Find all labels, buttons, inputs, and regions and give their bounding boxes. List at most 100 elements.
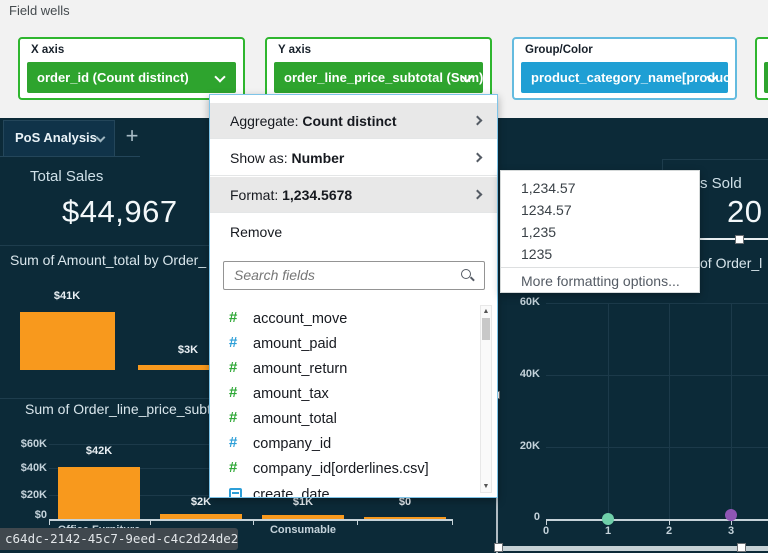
kpi-total-sales-value: $44,967 bbox=[62, 194, 178, 229]
chevron-right-icon bbox=[472, 189, 483, 200]
panel-divider bbox=[0, 398, 209, 399]
chart1-bar1[interactable] bbox=[20, 312, 115, 370]
numeric-field-icon: # bbox=[229, 459, 238, 476]
search-icon bbox=[461, 269, 475, 283]
menu-item-remove[interactable]: Remove bbox=[210, 214, 497, 250]
numeric-field-icon: # bbox=[229, 309, 238, 326]
chart1-title: Sum of Amount_total by Order_ bbox=[10, 252, 207, 268]
chart1-bar1-label: $41K bbox=[53, 290, 81, 302]
format-option-3[interactable]: 1,235 bbox=[501, 221, 699, 243]
menu-item-format[interactable]: Format: 1,234.5678 bbox=[210, 177, 497, 213]
field-name: amount_total bbox=[253, 411, 337, 427]
field-list-scrollbar[interactable]: ▲ ▼ bbox=[480, 305, 492, 493]
calendar-field-icon bbox=[229, 488, 242, 497]
format-option-4[interactable]: 1235 bbox=[501, 243, 699, 265]
menu-item-value: Count distinct bbox=[302, 113, 397, 129]
field-pill-text: order_id (Count distinct) bbox=[37, 70, 189, 85]
numeric-field-icon: # bbox=[229, 334, 238, 351]
chevron-down-icon[interactable] bbox=[95, 132, 106, 143]
menu-item-show-as[interactable]: Show as: Number bbox=[210, 140, 497, 176]
chart2-ytick-0: $0 bbox=[34, 509, 47, 521]
visual-selection-border-bottom bbox=[497, 546, 768, 551]
chart2-cat-consumable: Consumable bbox=[269, 524, 336, 536]
scroll-up-icon[interactable]: ▲ bbox=[481, 308, 491, 315]
resize-handle-top[interactable] bbox=[735, 235, 744, 244]
menu-item-prefix: Remove bbox=[230, 224, 283, 240]
gridline bbox=[669, 303, 670, 519]
field-well-size: S bbox=[755, 37, 768, 100]
search-placeholder: Search fields bbox=[234, 267, 315, 283]
field-pill-text: order_line_price_subtotal (Sum) bbox=[284, 70, 483, 85]
scatter-xtick-1: 1 bbox=[604, 525, 612, 537]
gridline bbox=[546, 447, 768, 448]
field-context-menu: Aggregate: Count distinct Show as: Numbe… bbox=[209, 94, 498, 498]
menu-item-value: 1,234.5678 bbox=[282, 187, 353, 203]
scatter-ytick-0: 0 bbox=[533, 511, 540, 523]
field-name: amount_paid bbox=[253, 336, 337, 352]
sheet-tab-label: PoS Analysis bbox=[15, 130, 97, 145]
field-well-group-color: Group/Color product_category_name[produc… bbox=[512, 37, 737, 100]
submenu-divider bbox=[501, 267, 699, 268]
chart2-ytick-40k: $40K bbox=[20, 462, 47, 474]
scatter-ytick-60k: 60K bbox=[519, 296, 540, 308]
chart2-title: Sum of Order_line_price_subtota bbox=[25, 401, 231, 417]
field-wells-header: Field wells bbox=[9, 3, 70, 18]
field-list-item-amount-tax[interactable]: # amount_tax bbox=[210, 384, 478, 406]
chevron-right-icon bbox=[472, 115, 483, 126]
panel-divider bbox=[0, 245, 209, 246]
field-name: company_id[orderlines.csv] bbox=[253, 461, 429, 477]
gridline bbox=[731, 303, 732, 519]
field-name: company_id bbox=[253, 436, 332, 452]
gridline bbox=[546, 303, 768, 304]
field-well-x-axis: X axis order_id (Count distinct) bbox=[18, 37, 245, 100]
field-well-label: Y axis bbox=[278, 44, 312, 56]
app-window: PoS Analysis + Total Sales $44,967 s Sol… bbox=[0, 0, 768, 553]
scatter-title-fragment: of Order_l bbox=[700, 255, 763, 271]
chevron-down-icon[interactable] bbox=[214, 71, 226, 83]
scrollbar-thumb[interactable] bbox=[482, 318, 490, 340]
field-list-item-amount-paid[interactable]: # amount_paid bbox=[210, 334, 478, 356]
scatter-ytick-40k: 40K bbox=[519, 368, 540, 380]
scatter-point-purple[interactable] bbox=[725, 509, 737, 521]
field-name: amount_tax bbox=[253, 386, 329, 402]
format-option-1[interactable]: 1,234.57 bbox=[501, 177, 699, 199]
field-name: create_date bbox=[253, 487, 330, 498]
field-pill-size[interactable] bbox=[764, 62, 768, 93]
format-option-2[interactable]: 1234.57 bbox=[501, 199, 699, 221]
resize-handle-bottom[interactable] bbox=[737, 543, 746, 552]
scatter-ytick-20k: 20K bbox=[519, 440, 540, 452]
chart2-bar1-label: $42K bbox=[85, 445, 113, 457]
axis-tick bbox=[452, 521, 453, 525]
field-list-item-create-date[interactable]: create_date bbox=[210, 485, 478, 498]
field-list-item-company-id-orderlines[interactable]: # company_id[orderlines.csv] bbox=[210, 459, 478, 481]
add-sheet-button[interactable]: + bbox=[120, 121, 144, 151]
menu-item-prefix: Show as: bbox=[230, 150, 292, 166]
more-formatting-options-link[interactable]: More formatting options... bbox=[521, 270, 680, 292]
field-list-item-amount-total[interactable]: # amount_total bbox=[210, 409, 478, 431]
scroll-down-icon[interactable]: ▼ bbox=[481, 483, 491, 490]
menu-item-value: Number bbox=[291, 150, 345, 166]
kpi-divider-horizontal bbox=[662, 159, 768, 160]
field-pill-order-line-price-subtotal[interactable]: order_line_price_subtotal (Sum) bbox=[274, 62, 483, 93]
chart2-ytick-60k: $60K bbox=[20, 438, 47, 450]
field-list-item-company-id[interactable]: # company_id bbox=[210, 434, 478, 456]
chart2-ytick-20k: $20K bbox=[20, 489, 47, 501]
field-pill-order-id[interactable]: order_id (Count distinct) bbox=[27, 62, 236, 93]
numeric-field-icon: # bbox=[229, 409, 238, 426]
field-pill-text: product_category_name[products bbox=[531, 70, 728, 85]
format-submenu: 1,234.57 1234.57 1,235 1235 More formatt… bbox=[500, 170, 700, 293]
resize-handle-bottom-left[interactable] bbox=[494, 543, 503, 552]
scatter-xtick-0: 0 bbox=[542, 525, 550, 537]
field-pill-product-category-name[interactable]: product_category_name[products bbox=[521, 62, 728, 93]
sheet-tab-pos-analysis[interactable]: PoS Analysis bbox=[3, 120, 115, 156]
field-well-label: Group/Color bbox=[525, 44, 593, 56]
field-list-item-account-move[interactable]: # account_move bbox=[210, 309, 478, 331]
field-name: account_move bbox=[253, 311, 348, 327]
search-fields-input[interactable]: Search fields bbox=[223, 261, 485, 290]
scatter-point-teal[interactable] bbox=[602, 513, 614, 525]
field-list-item-amount-return[interactable]: # amount_return bbox=[210, 359, 478, 381]
chevron-right-icon bbox=[472, 152, 483, 163]
menu-item-aggregate[interactable]: Aggregate: Count distinct bbox=[210, 103, 497, 139]
link-url-tooltip: c64dc-2142-45c7-9eed-c4c2d24de29b# bbox=[0, 528, 238, 550]
chart2-bar1[interactable] bbox=[58, 467, 140, 519]
